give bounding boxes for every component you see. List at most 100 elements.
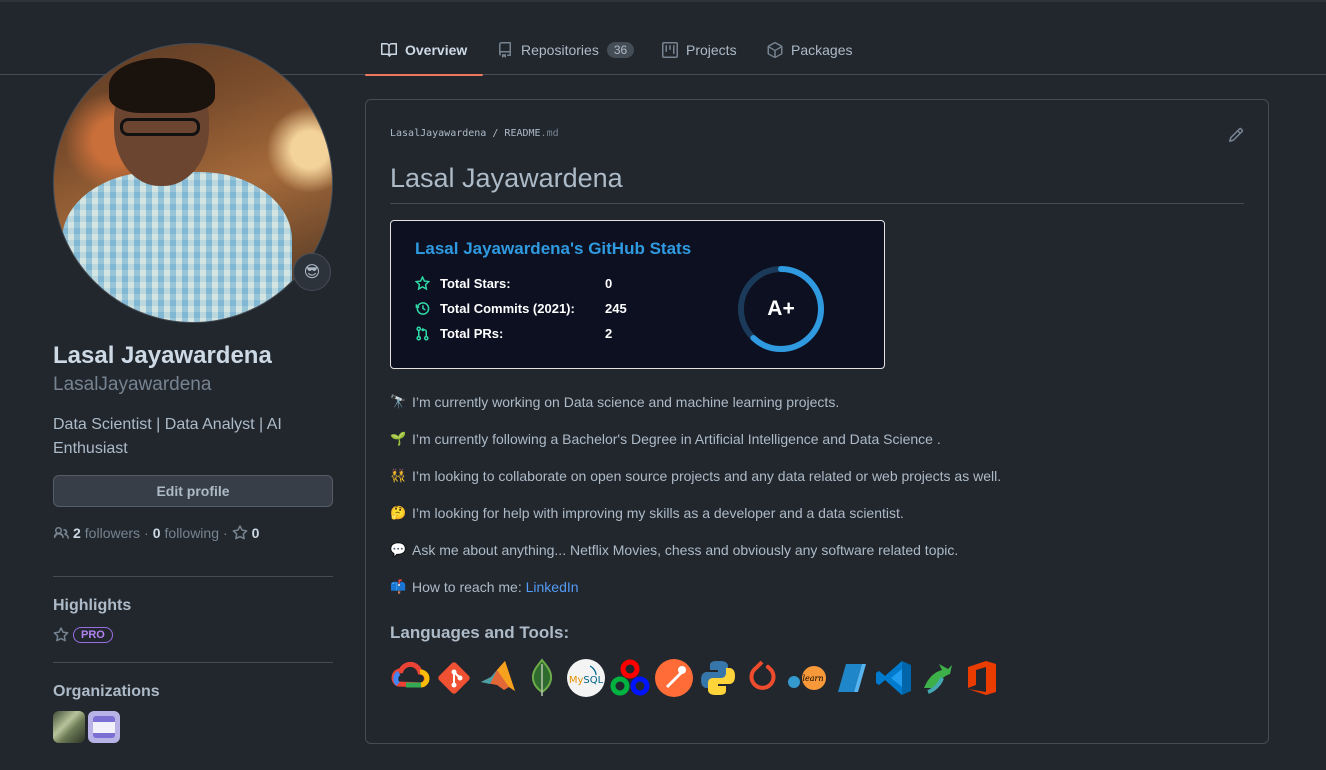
crumb-separator: / [492, 128, 499, 139]
stat-row-prs: Total PRs: 2 [415, 326, 612, 341]
divider [53, 662, 333, 663]
power-bi-icon[interactable] [830, 658, 870, 698]
package-icon [767, 41, 783, 58]
tab-packages[interactable]: Packages [767, 24, 852, 75]
repo-icon [498, 41, 511, 58]
separator: · [144, 525, 149, 541]
bullet-text: Ask me about anything... Netflix Movies,… [412, 542, 959, 558]
pencil-icon[interactable] [1228, 127, 1244, 143]
speech-bubble-icon: 💬 [390, 542, 407, 557]
star-icon [232, 525, 248, 540]
scikit-learn-icon[interactable]: learn [786, 658, 826, 698]
crumb-user-link[interactable]: LasalJayawardena [390, 128, 486, 139]
readme-bullet: 👯 I’m looking to collaborate on open sour… [390, 468, 1001, 484]
mysql-icon[interactable]: MySQL [566, 658, 606, 698]
stats-title: Lasal Jayawardena's GitHub Stats [415, 239, 692, 258]
following-link[interactable]: following [165, 525, 219, 541]
top-border [0, 0, 1326, 2]
star-icon [53, 627, 69, 642]
readme-bullet: 🔭 I’m currently working on Data science a… [390, 394, 839, 410]
readme-bullet: 🌱 I’m currently following a Bachelor's De… [390, 431, 941, 447]
postman-icon[interactable] [654, 658, 694, 698]
avatar-shirt [62, 172, 292, 322]
follow-stats: 2 followers · 0 following · 0 [53, 525, 259, 541]
mongodb-icon[interactable] [522, 658, 562, 698]
organizations-title: Organizations [53, 683, 160, 700]
stat-value: 0 [605, 276, 613, 291]
stat-row-stars: Total Stars: 0 [415, 276, 612, 291]
history-icon [415, 302, 430, 315]
following-count[interactable]: 0 [153, 525, 161, 541]
stat-value: 245 [605, 301, 627, 316]
mailbox-icon: 📫 [390, 579, 407, 594]
bullet-text: I’m currently working on Data science an… [412, 394, 840, 410]
avatar-glasses [120, 118, 200, 136]
organization-avatar[interactable] [88, 711, 120, 743]
tab-overview-label: Overview [405, 41, 468, 58]
tab-projects-label: Projects [686, 41, 737, 58]
anaconda-icon[interactable] [918, 658, 958, 698]
linkedin-link[interactable]: LinkedIn [526, 579, 579, 595]
edit-profile-button[interactable]: Edit profile [53, 475, 333, 507]
bullet-text: I’m looking to collaborate on open sourc… [412, 468, 1002, 484]
tab-repositories[interactable]: Repositories 36 [497, 24, 635, 75]
bullet-text: How to reach me: LinkedIn [412, 579, 579, 595]
avatar[interactable] [53, 43, 333, 323]
stat-label: Total PRs: [440, 326, 504, 341]
vscode-icon[interactable] [874, 658, 914, 698]
tools-row: MySQL learn [390, 658, 1002, 698]
grade-label: A+ [767, 297, 795, 320]
opencv-icon[interactable] [610, 658, 650, 698]
github-stats-card: Lasal Jayawardena's GitHub Stats Total S… [390, 220, 885, 369]
pull-request-icon [416, 326, 429, 341]
tab-overview[interactable]: Overview [364, 24, 484, 76]
office-icon[interactable] [962, 658, 1002, 698]
followers-count[interactable]: 2 [73, 525, 81, 541]
tab-projects[interactable]: Projects [662, 24, 737, 75]
thinking-icon: 🤔 [390, 505, 407, 520]
tab-repositories-label: Repositories [521, 41, 599, 58]
crumb-ext: .md [540, 128, 559, 139]
readme-heading: Lasal Jayawardena [390, 163, 623, 193]
readme-bullet: 🤔 I’m looking for help with improving my … [390, 505, 904, 521]
bullet-text: I’m looking for help with improving my s… [412, 505, 904, 521]
matlab-icon[interactable] [478, 658, 518, 698]
divider [53, 576, 333, 577]
profile-full-name: Lasal Jayawardena [53, 342, 272, 369]
seedling-icon: 🌱 [390, 431, 407, 446]
readme-panel: LasalJayawardena / README.md Lasal Jayaw… [365, 99, 1269, 744]
pytorch-icon[interactable] [742, 658, 782, 698]
python-icon[interactable] [698, 658, 738, 698]
crumb-file: README [504, 128, 541, 139]
pro-badge[interactable]: PRO [73, 627, 113, 643]
project-icon [662, 41, 678, 58]
profile-username: LasalJayawardena [53, 374, 212, 395]
heading-rule [390, 203, 1244, 204]
highlights-title: Highlights [53, 597, 132, 614]
crumb-file-link[interactable]: README.md [504, 128, 558, 139]
bullet-text: I’m currently following a Bachelor's Deg… [412, 431, 941, 447]
star-icon [415, 276, 430, 291]
svg-text:learn: learn [802, 674, 823, 683]
stat-label: Total Commits (2021): [440, 301, 575, 316]
followers-link[interactable]: followers [85, 525, 140, 541]
separator: · [223, 525, 228, 541]
highlights-pro: PRO [53, 627, 113, 643]
book-icon [381, 42, 397, 57]
organization-avatar[interactable] [53, 711, 85, 743]
bullet-text: How to reach me: [412, 579, 526, 595]
people-icon [53, 527, 69, 539]
stat-row-commits: Total Commits (2021): 245 [415, 301, 627, 316]
stars-count[interactable]: 0 [252, 525, 260, 541]
tab-packages-label: Packages [791, 41, 853, 58]
floppy-logo [93, 716, 115, 738]
languages-tools-title: Languages and Tools: [390, 623, 570, 642]
telescope-icon: 🔭 [390, 394, 407, 409]
gcp-icon[interactable] [390, 658, 430, 698]
readme-bullet: 💬 Ask me about anything... Netflix Movies… [390, 542, 958, 558]
status-emoji-button[interactable]: 😎 [293, 253, 331, 291]
repositories-count: 36 [606, 41, 635, 58]
git-icon[interactable] [434, 658, 474, 698]
svg-text:MySQL: MySQL [569, 675, 604, 686]
readme-breadcrumb: LasalJayawardena / README.md [390, 128, 559, 139]
